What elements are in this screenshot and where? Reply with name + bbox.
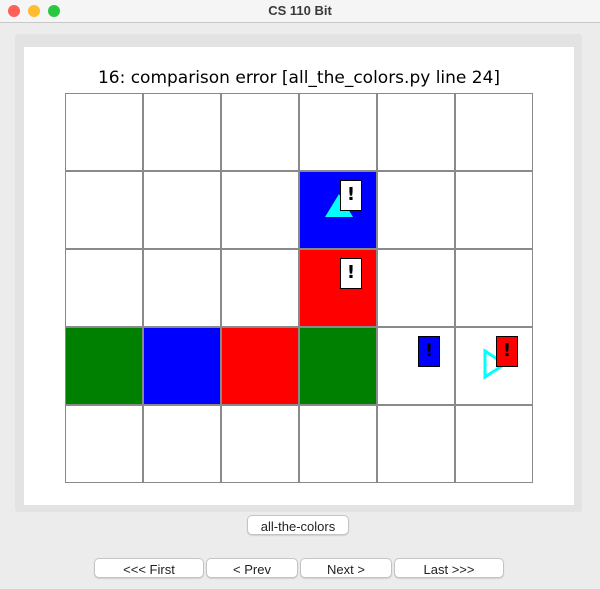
bit-world-grid: !!!! [65,93,533,483]
grid-cell [65,327,143,405]
grid-cell [455,93,533,171]
grid-cell [377,405,455,483]
grid-cell [377,327,455,405]
grid-cell [299,405,377,483]
first-button[interactable]: <<< First [94,558,204,578]
grid-cell [143,93,221,171]
error-marker-icon: ! [340,258,362,289]
status-heading: 16: comparison error [all_the_colors.py … [97,68,501,88]
grid-cell [65,249,143,327]
grid-cell [65,171,143,249]
next-button[interactable]: Next > [300,558,392,578]
window-title: CS 110 Bit [268,3,332,18]
grid-cell [143,327,221,405]
grid-cell [221,405,299,483]
error-marker-icon: ! [496,336,518,367]
grid-cell [299,327,377,405]
grid-cell [377,171,455,249]
error-marker-icon: ! [340,180,362,211]
bit-robot-icon [483,348,508,380]
bit-robot-icon [325,194,353,217]
grid-cell [143,405,221,483]
grid-cell [221,249,299,327]
last-button[interactable]: Last >>> [394,558,504,578]
grid-cell [143,171,221,249]
grid-cell [455,249,533,327]
title-bar: CS 110 Bit [0,0,600,23]
grid-cell [221,171,299,249]
grid-cell [377,93,455,171]
grid-cell [299,93,377,171]
grid-cell [299,249,377,327]
grid-cell [221,327,299,405]
grid-cell [65,93,143,171]
grid-cell [377,249,455,327]
error-marker-icon: ! [418,336,440,367]
grid-cell [221,93,299,171]
grid-cell [455,171,533,249]
world-name-button[interactable]: all-the-colors [247,515,349,535]
grid-cell [455,405,533,483]
prev-button[interactable]: < Prev [206,558,298,578]
grid-cell [65,405,143,483]
grid-cell [143,249,221,327]
